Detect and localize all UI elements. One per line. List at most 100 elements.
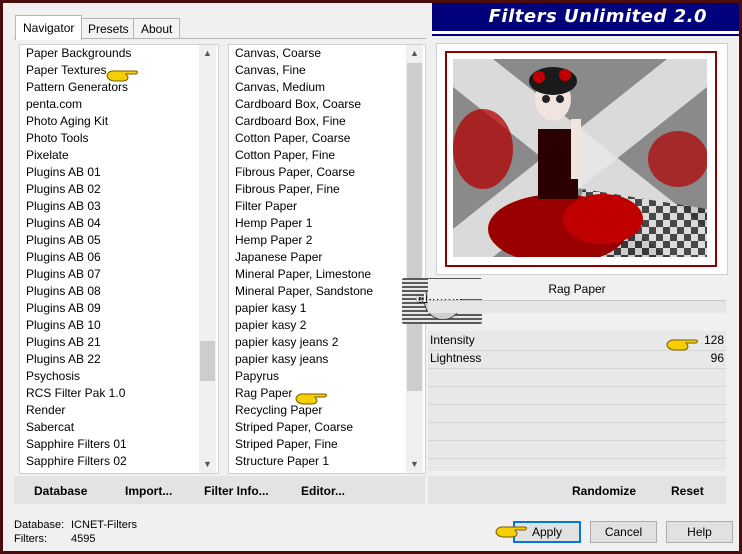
category-item[interactable]: Plugins AB 21 bbox=[24, 334, 131, 351]
category-list[interactable]: Paper Backgrounds Paper Textures Pattern G… bbox=[19, 44, 219, 474]
filter-item[interactable]: Papyrus bbox=[233, 368, 373, 385]
import-button[interactable]: Import... bbox=[125, 484, 172, 498]
scroll-down-icon[interactable]: ▼ bbox=[199, 456, 216, 473]
filter-item[interactable]: Cotton Paper, Fine bbox=[233, 147, 373, 164]
help-button[interactable]: Help bbox=[666, 521, 733, 543]
scroll-thumb[interactable] bbox=[407, 63, 422, 391]
item-label: Photo Tools bbox=[26, 131, 89, 145]
category-item[interactable]: Plugins AB 22 bbox=[24, 351, 131, 368]
filter-item[interactable]: Striped Paper, Coarse bbox=[233, 419, 373, 436]
randomize-button[interactable]: Randomize bbox=[572, 484, 636, 498]
item-label: Plugins AB 08 bbox=[26, 284, 101, 298]
category-scrollbar[interactable]: ▲ ▼ bbox=[199, 45, 216, 473]
filter-item[interactable]: Hemp Paper 1 bbox=[233, 215, 373, 232]
filter-item[interactable]: Canvas, Medium bbox=[233, 79, 373, 96]
filter-item[interactable]: Structure Paper 1 bbox=[233, 453, 373, 470]
category-item[interactable]: penta.com bbox=[24, 96, 131, 113]
filter-item[interactable]: Japanese Paper bbox=[233, 249, 373, 266]
filter-item[interactable]: papier kasy jeans 2 bbox=[233, 334, 373, 351]
filter-item[interactable]: Mineral Paper, Sandstone bbox=[233, 283, 373, 300]
item-label: Canvas, Coarse bbox=[235, 46, 322, 60]
category-item[interactable]: Plugins AB 08 bbox=[24, 283, 131, 300]
filter-item[interactable]: Canvas, Fine bbox=[233, 62, 373, 79]
filter-item[interactable]: Mineral Paper, Limestone bbox=[233, 266, 373, 283]
item-label: Striped Paper, Fine bbox=[235, 437, 338, 451]
category-item[interactable]: RCS Filter Pak 1.0 bbox=[24, 385, 131, 402]
filter-item[interactable]: Cardboard Box, Fine bbox=[233, 113, 373, 130]
category-item[interactable]: Paper Backgrounds bbox=[24, 45, 131, 62]
category-item[interactable]: Plugins AB 05 bbox=[24, 232, 131, 249]
param-divider bbox=[428, 404, 726, 405]
item-label: Sapphire Filters 01 bbox=[26, 437, 127, 451]
category-item[interactable]: Plugins AB 09 bbox=[24, 300, 131, 317]
filter-item[interactable]: papier kasy jeans bbox=[233, 351, 373, 368]
param-divider bbox=[428, 368, 726, 369]
category-item[interactable]: Photo Tools bbox=[24, 130, 131, 147]
item-label: Psychosis bbox=[26, 369, 81, 383]
tab-navigator[interactable]: Navigator bbox=[15, 15, 83, 40]
filter-item[interactable]: Cotton Paper, Coarse bbox=[233, 130, 373, 147]
filter-item[interactable]: Filter Paper bbox=[233, 198, 373, 215]
pointing-hand-icon bbox=[666, 339, 698, 351]
category-item[interactable]: Plugins AB 02 bbox=[24, 181, 131, 198]
category-item[interactable]: Psychosis bbox=[24, 368, 131, 385]
category-item[interactable]: Plugins AB 01 bbox=[24, 164, 131, 181]
cancel-button[interactable]: Cancel bbox=[590, 521, 657, 543]
param-label: Intensity bbox=[430, 333, 475, 347]
item-label: Plugins AB 06 bbox=[26, 250, 101, 264]
scroll-down-icon[interactable]: ▼ bbox=[406, 456, 423, 473]
filter-scrollbar[interactable]: ▲ ▼ bbox=[406, 45, 423, 473]
item-label: Plugins AB 04 bbox=[26, 216, 101, 230]
pointing-hand-icon bbox=[495, 526, 527, 538]
filter-item[interactable]: Striped Paper, Fine bbox=[233, 436, 373, 453]
filters-value: 4595 bbox=[71, 533, 96, 545]
scroll-up-icon[interactable]: ▲ bbox=[406, 45, 423, 62]
filter-item[interactable]: Fibrous Paper, Coarse bbox=[233, 164, 373, 181]
filter-item[interactable]: papier kasy 1 bbox=[233, 300, 373, 317]
list-toolbar: Database Import... Filter Info... Editor… bbox=[14, 476, 425, 504]
filter-item[interactable]: Cardboard Box, Coarse bbox=[233, 96, 373, 113]
database-button[interactable]: Database bbox=[34, 484, 87, 498]
item-label: Sapphire Filters 02 bbox=[26, 454, 127, 468]
item-label: Rag Paper bbox=[235, 386, 293, 400]
item-label: Plugins AB 07 bbox=[26, 267, 101, 281]
reset-button[interactable]: Reset bbox=[671, 484, 704, 498]
item-label: Plugins AB 22 bbox=[26, 352, 101, 366]
category-item[interactable]: Sapphire Filters 02 bbox=[24, 453, 131, 470]
filter-item[interactable]: papier kasy 2 bbox=[233, 317, 373, 334]
preview-panel bbox=[436, 43, 728, 275]
category-item[interactable]: Pixelate bbox=[24, 147, 131, 164]
filter-item[interactable]: Canvas, Coarse bbox=[233, 45, 373, 62]
filters-info: Filters: 4595 bbox=[14, 533, 95, 545]
category-item[interactable]: Photo Aging Kit bbox=[24, 113, 131, 130]
param-lightness[interactable]: Lightness 96 bbox=[428, 350, 726, 367]
item-label: Plugins AB 03 bbox=[26, 199, 101, 213]
database-info: Database: ICNET-Filters bbox=[14, 519, 137, 531]
param-divider bbox=[428, 440, 726, 441]
category-item[interactable]: Plugins AB 07 bbox=[24, 266, 131, 283]
tab-presets[interactable]: Presets bbox=[80, 18, 137, 39]
tab-about[interactable]: About bbox=[133, 18, 181, 39]
item-label: Fibrous Paper, Fine bbox=[235, 182, 340, 196]
filter-list[interactable]: Canvas, Coarse Canvas, Fine Canvas, Medium… bbox=[228, 44, 426, 474]
category-item[interactable]: Sapphire Filters 01 bbox=[24, 436, 131, 453]
category-item[interactable]: Sabercat bbox=[24, 419, 131, 436]
filter-item[interactable]: Hemp Paper 2 bbox=[233, 232, 373, 249]
filter-name-label: Rag Paper bbox=[428, 279, 726, 299]
item-label: Plugins AB 10 bbox=[26, 318, 101, 332]
category-item[interactable]: Plugins AB 03 bbox=[24, 198, 131, 215]
item-label: Plugins AB 01 bbox=[26, 165, 101, 179]
item-label: Plugins AB 02 bbox=[26, 182, 101, 196]
item-label: RCS Filter Pak 1.0 bbox=[26, 386, 126, 400]
category-item[interactable]: Plugins AB 06 bbox=[24, 249, 131, 266]
filter-item[interactable]: Fibrous Paper, Fine bbox=[233, 181, 373, 198]
editor-button[interactable]: Editor... bbox=[301, 484, 345, 498]
scroll-up-icon[interactable]: ▲ bbox=[199, 45, 216, 62]
filter-info-button[interactable]: Filter Info... bbox=[204, 484, 269, 498]
item-label: Striped Paper, Coarse bbox=[235, 420, 354, 434]
scroll-thumb[interactable] bbox=[200, 341, 215, 381]
category-item[interactable]: Plugins AB 10 bbox=[24, 317, 131, 334]
category-item[interactable]: Render bbox=[24, 402, 131, 419]
category-item[interactable]: Plugins AB 04 bbox=[24, 215, 131, 232]
item-label: Cardboard Box, Fine bbox=[235, 114, 346, 128]
